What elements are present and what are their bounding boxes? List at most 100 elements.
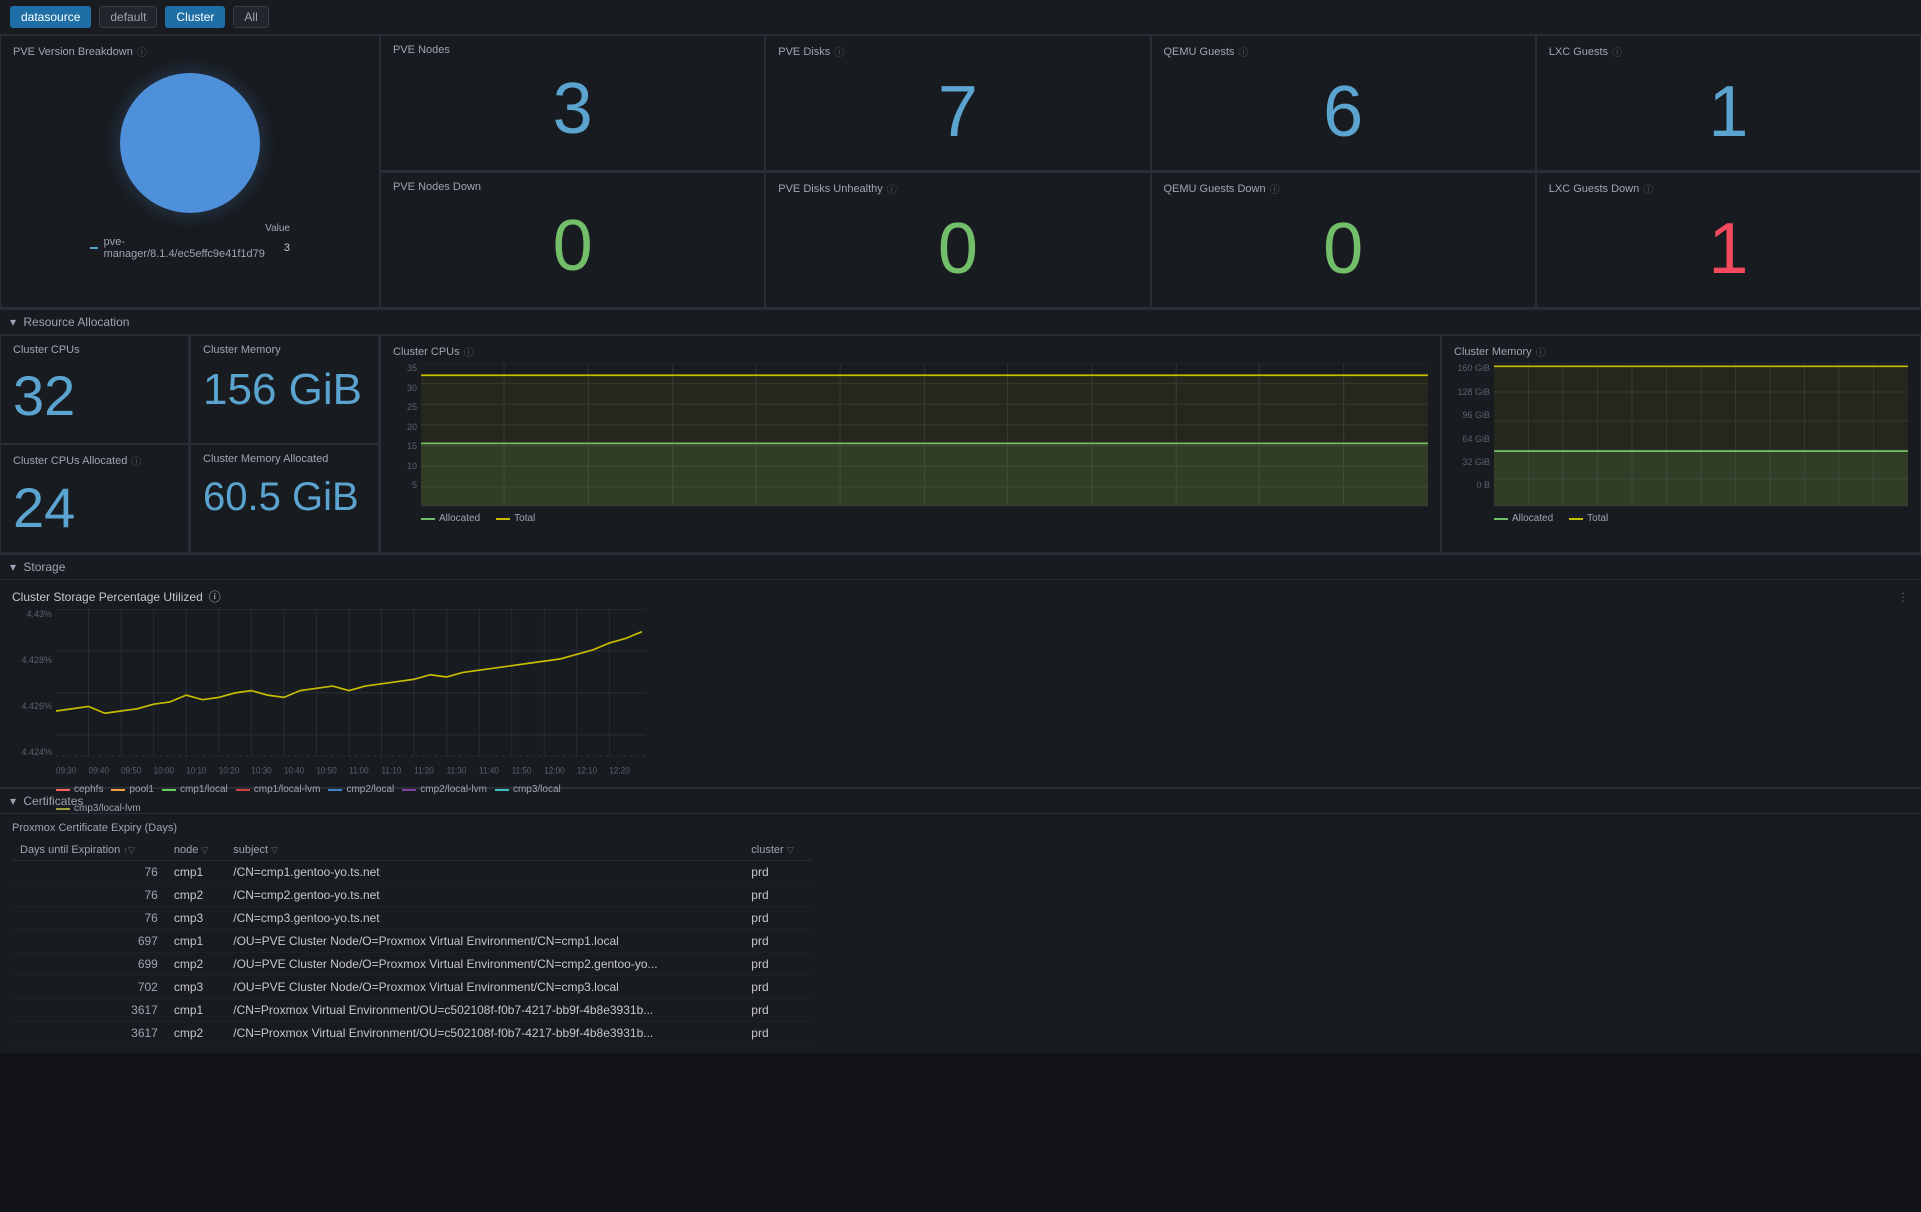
default-button[interactable]: default (99, 6, 157, 28)
all-button[interactable]: All (233, 6, 268, 28)
storage-section-label: Storage (23, 560, 65, 574)
cert-table-title: Proxmox Certificate Expiry (Days) (12, 822, 1909, 834)
cert-node-4: cmp2 (166, 953, 225, 976)
svg-text:11:10: 11:10 (382, 765, 402, 776)
cert-cluster-6: prd (743, 999, 812, 1022)
cpu-y-label-20: 20 (407, 422, 417, 432)
table-row: 76 cmp1 /CN=cmp1.gentoo-yo.ts.net prd (12, 861, 812, 884)
pve-disks-unhealthy-info-icon: ⓘ (887, 181, 897, 196)
qemu-guests-down-value: 0 (1164, 200, 1523, 299)
mem-legend-total-color (1569, 518, 1583, 520)
qemu-guests-info-icon: ⓘ (1238, 44, 1248, 59)
table-row: 702 cmp3 /OU=PVE Cluster Node/O=Proxmox … (12, 976, 812, 999)
cluster-cpus-allocated-title: Cluster CPUs Allocated ⓘ (13, 453, 176, 468)
pve-version-panel: PVE Version Breakdown ⓘ Value pve-manage… (0, 35, 380, 308)
qemu-guests-down-title: QEMU Guests Down ⓘ (1164, 181, 1523, 196)
svg-text:11:30: 11:30 (447, 765, 467, 776)
cert-cluster-3: prd (743, 930, 812, 953)
storage-collapse-icon: ▾ (10, 560, 16, 574)
storage-legend: cephfs pool1 cmp1/local cmp1/local-lvm c… (56, 784, 646, 814)
lxc-guests-down-value: 1 (1549, 200, 1908, 299)
svg-text:12:10: 12:10 (577, 765, 598, 776)
cephfs-color (56, 789, 70, 791)
storage-y-label-4428: 4.428% (21, 655, 52, 665)
mem-chart-legend: Allocated Total (1494, 513, 1908, 524)
qemu-guests-title: QEMU Guests ⓘ (1164, 44, 1523, 59)
cert-subject-5: /OU=PVE Cluster Node/O=Proxmox Virtual E… (225, 976, 743, 999)
mem-y-label-0: 0 B (1476, 480, 1490, 490)
pve-disks-unhealthy-panel: PVE Disks Unhealthy ⓘ 0 (765, 172, 1150, 308)
svg-text:12:00: 12:00 (544, 765, 565, 776)
pve-nodes-panel: PVE Nodes 3 (380, 35, 765, 171)
cpu-y-label-30: 30 (407, 383, 417, 393)
mem-chart-svg: 09:30 09:45 10:00 10:15 10:30 10:45 11:0… (1494, 363, 1908, 508)
svg-text:09:50: 09:50 (121, 765, 142, 776)
pve-nodes-down-panel: PVE Nodes Down 0 (380, 172, 765, 308)
cert-subject-3: /OU=PVE Cluster Node/O=Proxmox Virtual E… (225, 930, 743, 953)
svg-text:09:40: 09:40 (89, 765, 110, 776)
cert-days-5: 702 (12, 976, 166, 999)
cert-cluster-4: prd (743, 953, 812, 976)
cmp3local-color (495, 789, 509, 791)
svg-text:10:40: 10:40 (284, 765, 305, 776)
legend-value-header: Value (265, 223, 290, 234)
cert-node-6: cmp1 (166, 999, 225, 1022)
cluster-cpus-allocated-info-icon: ⓘ (131, 453, 141, 468)
cluster-cpus-title: Cluster CPUs (13, 344, 176, 356)
top-bar: datasource default Cluster All (0, 0, 1921, 35)
cert-collapse-icon: ▾ (10, 794, 16, 808)
qemu-guests-value: 6 (1164, 63, 1523, 162)
table-row: 699 cmp2 /OU=PVE Cluster Node/O=Proxmox … (12, 953, 812, 976)
cpu-y-label-5: 5 (412, 480, 417, 490)
cert-subject-2: /CN=cmp3.gentoo-yo.ts.net (225, 907, 743, 930)
storage-section-header[interactable]: ▾ Storage (0, 554, 1921, 580)
cpu-legend-total: Total (496, 513, 535, 524)
storage-legend-cephfs: cephfs (56, 784, 103, 795)
cpu-y-label-25: 25 (407, 402, 417, 412)
storage-chart-menu-icon[interactable]: ⋮ (1897, 590, 1909, 604)
pve-nodes-down-title: PVE Nodes Down (393, 181, 752, 193)
cluster-button[interactable]: Cluster (165, 6, 225, 28)
sort-cluster-icon[interactable]: ▽ (787, 845, 794, 855)
sort-subject-icon[interactable]: ▽ (271, 845, 278, 855)
legend-item-value: 3 (284, 242, 290, 254)
storage-panel: Cluster Storage Percentage Utilized ⓘ ⋮ … (0, 580, 1921, 788)
cpu-legend-allocated-color (421, 518, 435, 520)
storage-chart-title: Cluster Storage Percentage Utilized (12, 590, 203, 604)
pve-disks-info-icon: ⓘ (834, 44, 844, 59)
storage-chart-svg: 09:30 09:40 09:50 10:00 10:10 10:20 10:3… (56, 609, 646, 779)
datasource-button[interactable]: datasource (10, 6, 91, 28)
cluster-cpus-allocated-value: 24 (13, 472, 176, 544)
legend-item-label: pve-manager/8.1.4/ec5effc9e41f1d79 (104, 236, 278, 260)
sort-days-icon[interactable]: ↑▽ (123, 845, 134, 855)
mem-chart-panel: Cluster Memory ⓘ 160 GiB 128 GiB 96 GiB … (1441, 335, 1921, 553)
cpu-chart-info-icon: ⓘ (464, 344, 474, 359)
cluster-memory-allocated-value: 60.5 GiB (203, 469, 366, 525)
storage-legend-cmp2local: cmp2/local (328, 784, 394, 795)
storage-y-label-443: 4.43% (26, 609, 52, 619)
storage-legend-cmp3local: cmp3/local (495, 784, 561, 795)
cpu-chart-title: Cluster CPUs ⓘ (393, 344, 1428, 359)
cert-subject-4: /OU=PVE Cluster Node/O=Proxmox Virtual E… (225, 953, 743, 976)
svg-text:11:00: 11:00 (349, 765, 369, 776)
cluster-cpus-value: 32 (13, 360, 176, 432)
cmp3locallvm-color (56, 808, 70, 810)
sort-node-icon[interactable]: ▽ (201, 845, 208, 855)
cert-node-7: cmp2 (166, 1022, 225, 1045)
cert-cluster-1: prd (743, 884, 812, 907)
cert-days-7: 3617 (12, 1022, 166, 1045)
certificates-panel: Proxmox Certificate Expiry (Days) Days u… (0, 814, 1921, 1053)
cert-days-0: 76 (12, 861, 166, 884)
mem-legend-total: Total (1569, 513, 1608, 524)
resource-allocation-header[interactable]: ▾ Resource Allocation (0, 309, 1921, 335)
mem-chart-info-icon: ⓘ (1536, 344, 1546, 359)
mem-y-label-160: 160 GiB (1457, 363, 1490, 373)
pve-disks-value: 7 (778, 63, 1137, 162)
mem-y-label-96: 96 GiB (1462, 410, 1490, 420)
cert-cluster-0: prd (743, 861, 812, 884)
svg-text:12:20: 12:20 (609, 765, 630, 776)
resource-allocation-label: Resource Allocation (23, 315, 129, 329)
qemu-guests-down-panel: QEMU Guests Down ⓘ 0 (1151, 172, 1536, 308)
cluster-cpus-panel: Cluster CPUs 32 (0, 335, 189, 444)
table-row: 697 cmp1 /OU=PVE Cluster Node/O=Proxmox … (12, 930, 812, 953)
